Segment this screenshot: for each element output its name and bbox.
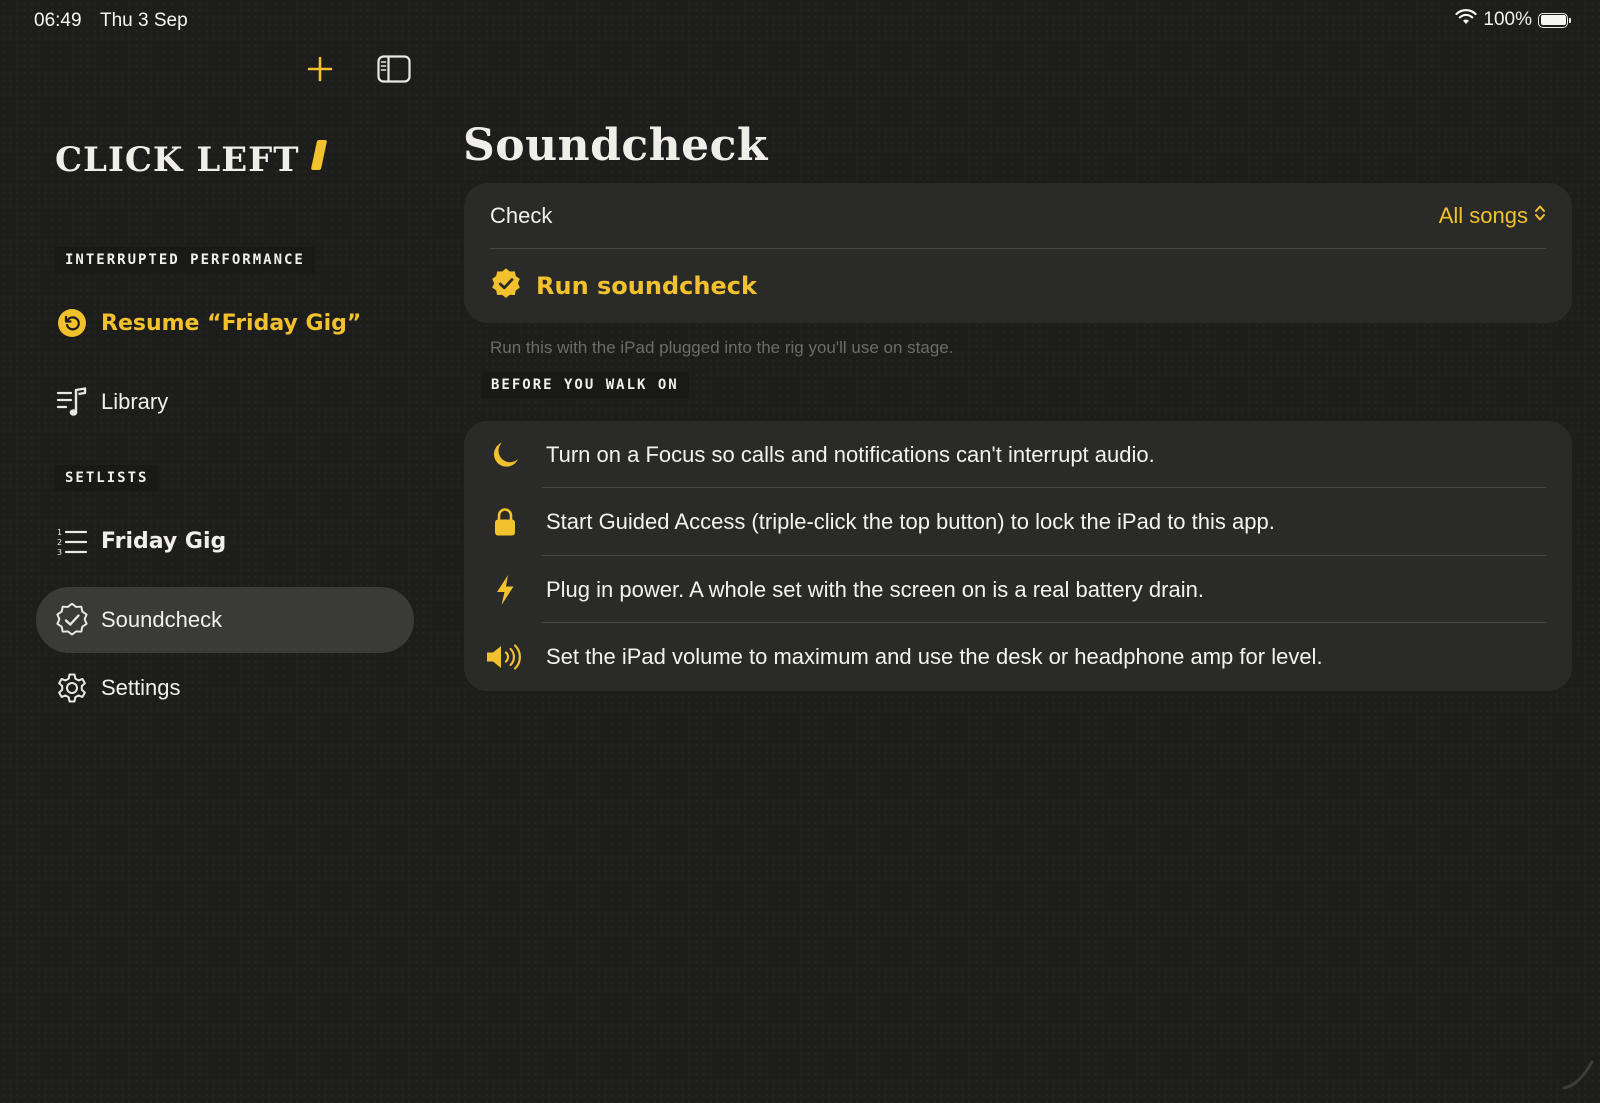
moon-icon bbox=[490, 438, 520, 472]
sidebar-item-settings[interactable]: Settings bbox=[36, 655, 414, 721]
bolt-icon bbox=[490, 573, 520, 607]
section-setlists: SETLISTS bbox=[55, 465, 159, 491]
pencil-corner-icon bbox=[1560, 1056, 1596, 1097]
plus-icon bbox=[307, 56, 333, 87]
svg-text:1: 1 bbox=[57, 528, 62, 537]
checklist-card: Turn on a Focus so calls and notificatio… bbox=[464, 421, 1572, 691]
detail-pane: Soundcheck Check All songs Run soundchec… bbox=[440, 42, 1600, 1103]
status-bar: 06:49 Thu 3 Sep 100% bbox=[0, 0, 1600, 42]
library-label: Library bbox=[101, 389, 169, 414]
tip-text: Start Guided Access (triple-click the to… bbox=[546, 509, 1275, 534]
status-time: 06:49 bbox=[34, 10, 82, 31]
tip-row: Set the iPad volume to maximum and use t… bbox=[464, 623, 1572, 691]
soundcheck-footnote: Run this with the iPad plugged into the … bbox=[490, 338, 954, 357]
run-soundcheck-row[interactable]: Run soundcheck bbox=[464, 249, 1572, 323]
sidebar-item-library[interactable]: Library bbox=[36, 369, 414, 435]
sidebar: CLICK LEFT INTERRUPTED PERFORMANCE Resum… bbox=[0, 42, 440, 1103]
sidebar-item-friday-gig[interactable]: 1 2 3 Friday Gig bbox=[36, 508, 414, 574]
music-list-icon bbox=[55, 385, 89, 419]
wifi-icon bbox=[1455, 9, 1477, 31]
gear-icon bbox=[55, 671, 89, 705]
resume-icon bbox=[55, 306, 89, 340]
check-scope-value: All songs bbox=[1438, 203, 1528, 228]
app-window: 06:49 Thu 3 Sep 100% CLICK LEFT INTERRUP… bbox=[0, 0, 1600, 1103]
check-scope-picker[interactable]: All songs bbox=[1439, 203, 1546, 229]
speaker-icon bbox=[485, 640, 525, 674]
chevron-up-down-icon bbox=[1534, 203, 1546, 229]
resume-label: Resume “Friday Gig” bbox=[101, 310, 362, 336]
soundcheck-card: Check All songs Run soundcheck bbox=[464, 183, 1572, 323]
status-indicators: 100% bbox=[1455, 9, 1571, 31]
tip-row: Start Guided Access (triple-click the to… bbox=[464, 488, 1572, 556]
setlist-label: Friday Gig bbox=[101, 528, 227, 554]
run-soundcheck-button[interactable]: Run soundcheck bbox=[490, 267, 757, 305]
lock-icon bbox=[490, 505, 520, 539]
run-soundcheck-label: Run soundcheck bbox=[536, 272, 757, 300]
numbered-list-icon: 1 2 3 bbox=[55, 524, 89, 558]
section-before-you-walk-on: BEFORE YOU WALK ON bbox=[481, 372, 689, 398]
page-title: Soundcheck bbox=[463, 120, 768, 171]
check-label: Check bbox=[490, 203, 553, 228]
brand-name: CLICK LEFT bbox=[55, 140, 300, 180]
section-interrupted-performance: INTERRUPTED PERFORMANCE bbox=[55, 247, 315, 273]
tip-text: Plug in power. A whole set with the scre… bbox=[546, 576, 1204, 602]
sidebar-icon bbox=[377, 54, 411, 88]
svg-text:3: 3 bbox=[57, 548, 62, 556]
checkmark-seal-icon bbox=[55, 603, 89, 637]
checkmark-seal-fill-icon bbox=[490, 267, 522, 305]
check-row[interactable]: Check All songs bbox=[464, 183, 1572, 249]
tip-row: Plug in power. A whole set with the scre… bbox=[464, 556, 1572, 623]
tip-text: Set the iPad volume to maximum and use t… bbox=[546, 644, 1323, 669]
settings-label: Settings bbox=[101, 675, 181, 700]
resume-performance-button[interactable]: Resume “Friday Gig” bbox=[36, 290, 414, 356]
battery-icon bbox=[1538, 12, 1571, 28]
battery-fill bbox=[1540, 15, 1566, 25]
brand-mark bbox=[310, 140, 327, 170]
tip-text: Turn on a Focus so calls and notificatio… bbox=[546, 441, 1155, 467]
soundcheck-label: Soundcheck bbox=[101, 607, 223, 632]
toggle-sidebar-button[interactable] bbox=[372, 49, 416, 93]
battery-percent: 100% bbox=[1483, 9, 1532, 30]
status-date: Thu 3 Sep bbox=[100, 10, 188, 31]
add-button[interactable] bbox=[298, 49, 342, 93]
svg-text:2: 2 bbox=[57, 538, 62, 547]
tip-row: Turn on a Focus so calls and notificatio… bbox=[464, 421, 1572, 488]
app-logo: CLICK LEFT bbox=[55, 140, 327, 180]
sidebar-item-soundcheck[interactable]: Soundcheck bbox=[36, 587, 414, 653]
